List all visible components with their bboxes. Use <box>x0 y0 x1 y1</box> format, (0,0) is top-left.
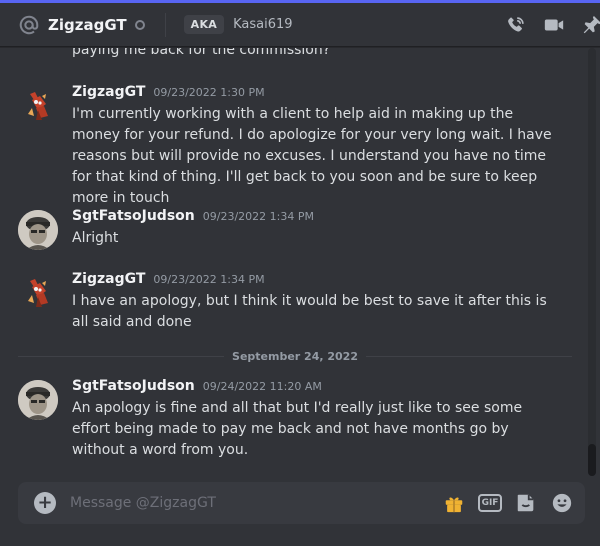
voice-call-icon[interactable] <box>504 13 528 37</box>
author-name[interactable]: ZigzagGT <box>72 84 145 100</box>
emoji-icon[interactable] <box>550 491 574 515</box>
message-header: SgtFatsoJudson 09/23/2022 1:34 PM <box>72 208 314 224</box>
date-divider-label: September 24, 2022 <box>232 349 358 363</box>
scrollbar-track[interactable] <box>588 48 596 476</box>
message-text: I'm currently working with a client to h… <box>72 106 552 206</box>
author-name[interactable]: SgtFatsoJudson <box>72 378 195 394</box>
avatar[interactable] <box>18 273 58 313</box>
author-name[interactable]: SgtFatsoJudson <box>72 208 195 224</box>
date-divider: September 24, 2022 <box>18 348 572 364</box>
scrollbar-thumb[interactable] <box>588 444 596 476</box>
message-list[interactable]: paying me back for the commission? Zigza… <box>0 48 586 470</box>
message-text: Alright <box>72 230 119 246</box>
aka-badge[interactable]: AKA <box>183 15 225 34</box>
message-header: ZigzagGT 09/23/2022 1:30 PM <box>72 84 265 100</box>
composer-toolbar: GIF <box>442 491 574 515</box>
status-offline-icon <box>134 19 145 30</box>
message-header: SgtFatsoJudson 09/24/2022 11:20 AM <box>72 378 322 394</box>
at-icon <box>18 14 40 36</box>
gift-icon[interactable] <box>442 491 466 515</box>
message-text: paying me back for the commission? <box>72 48 331 58</box>
gif-label: GIF <box>477 494 503 512</box>
message-timestamp: 09/23/2022 1:34 PM <box>153 273 265 286</box>
message-text: I have an apology, but I think it would … <box>72 293 547 330</box>
dm-window: ZigzagGT AKA Kasai619 paying me back for… <box>0 0 600 546</box>
header-divider <box>164 12 166 37</box>
avatar[interactable] <box>18 380 58 420</box>
avatar[interactable] <box>18 86 58 126</box>
video-call-icon[interactable] <box>542 13 566 37</box>
header-toolbar <box>504 13 600 37</box>
message-text: An apology is fine and all that but I'd … <box>72 400 523 458</box>
dm-username[interactable]: ZigzagGT <box>48 16 127 34</box>
gif-icon[interactable]: GIF <box>477 491 503 515</box>
message-composer: + GIF <box>18 482 585 524</box>
message-header: ZigzagGT 09/23/2022 1:34 PM <box>72 271 265 287</box>
dm-header: ZigzagGT AKA Kasai619 <box>0 3 600 47</box>
message-timestamp: 09/24/2022 11:20 AM <box>202 380 322 393</box>
message-timestamp: 09/23/2022 1:30 PM <box>153 86 265 99</box>
pin-icon[interactable] <box>580 13 600 37</box>
avatar[interactable] <box>18 210 58 250</box>
author-name[interactable]: ZigzagGT <box>72 271 145 287</box>
aka-name: Kasai619 <box>233 17 293 32</box>
add-icon[interactable]: + <box>34 492 56 514</box>
message-input[interactable] <box>70 491 410 515</box>
sticker-icon[interactable] <box>514 491 538 515</box>
message-timestamp: 09/23/2022 1:34 PM <box>202 210 314 223</box>
